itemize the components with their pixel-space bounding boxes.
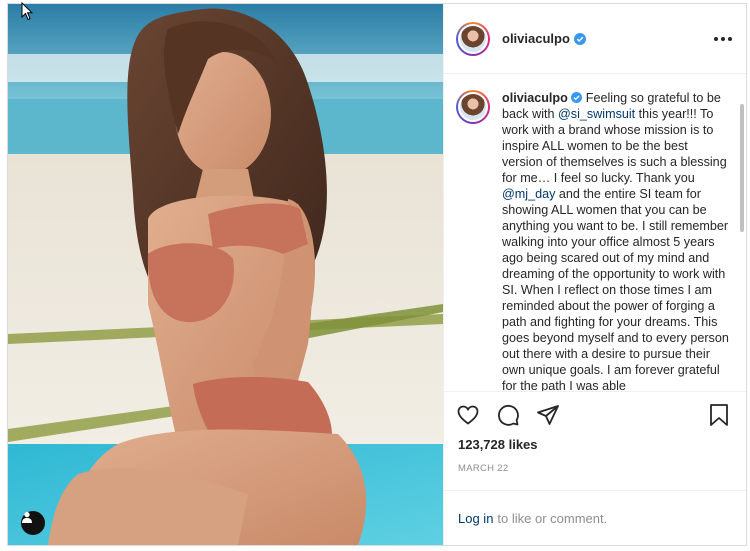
caption-part-3: and the entire SI team for showing ALL w… [502, 187, 729, 391]
post-sidebar: oliviaculpo oliviaculpo Feeling so grate… [443, 4, 746, 545]
post-photo[interactable] [8, 4, 443, 545]
post-photo-image [8, 4, 443, 545]
mention-si-swimsuit[interactable]: @si_swimsuit [558, 107, 635, 121]
login-prompt: Log in to like or comment. [444, 490, 746, 545]
like-count[interactable]: 123,728 likes [444, 437, 746, 455]
caption-area: oliviaculpo Feeling so grateful to be ba… [444, 74, 746, 391]
action-bar [444, 391, 746, 437]
verified-badge-icon [573, 32, 586, 45]
post-header: oliviaculpo [444, 4, 746, 74]
post-date: MARCH 22 [458, 463, 509, 474]
mention-mj-day[interactable]: @mj_day [502, 187, 555, 201]
more-options-icon[interactable] [714, 36, 732, 41]
caption-text: oliviaculpo Feeling so grateful to be ba… [502, 90, 730, 391]
mouse-cursor-icon [21, 2, 33, 21]
caption-username[interactable]: oliviaculpo [502, 91, 568, 105]
login-link[interactable]: Log in [458, 511, 493, 526]
caption-verified-badge-icon [571, 91, 586, 105]
caption-scrollbar[interactable] [740, 104, 744, 232]
header-username[interactable]: oliviaculpo [502, 31, 570, 46]
caption-avatar[interactable] [456, 90, 490, 124]
login-prompt-text: to like or comment. [497, 510, 608, 526]
heart-icon[interactable] [456, 403, 480, 427]
share-icon[interactable] [536, 403, 560, 427]
comment-icon[interactable] [496, 403, 520, 427]
bookmark-icon[interactable] [708, 403, 730, 427]
profile-avatar[interactable] [456, 21, 490, 56]
user-tag-icon[interactable] [21, 511, 45, 535]
instagram-post: oliviaculpo oliviaculpo Feeling so grate… [7, 3, 747, 546]
